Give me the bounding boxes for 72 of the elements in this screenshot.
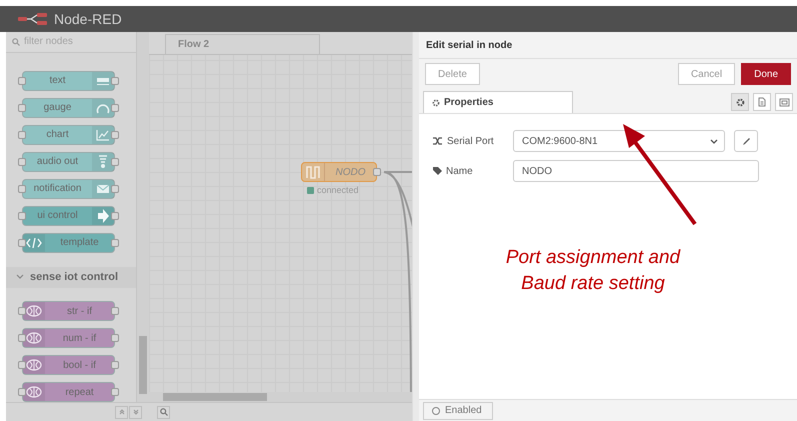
pencil-icon (742, 136, 750, 146)
port-handle[interactable] (111, 334, 119, 342)
code-icon (26, 238, 42, 248)
expand-button[interactable] (129, 406, 142, 418)
search-icon (160, 408, 168, 416)
serial-port-select[interactable]: COM2:9600-8N1 (513, 130, 725, 152)
port-handle[interactable] (111, 307, 119, 315)
chart-icon (96, 128, 110, 141)
arrow-icon (97, 208, 109, 223)
speaker-icon (98, 154, 108, 169)
port-handle[interactable] (111, 238, 119, 247)
field-label: Name (446, 166, 473, 176)
port-handle[interactable] (111, 184, 119, 193)
gear-icon (432, 98, 440, 106)
port-handle[interactable] (18, 361, 26, 369)
properties-tab[interactable]: Properties (423, 91, 573, 113)
port-handle[interactable] (18, 238, 26, 247)
zoom-button[interactable] (157, 406, 170, 418)
gauge-icon (96, 102, 110, 114)
port-handle[interactable] (18, 104, 26, 112)
action-button[interactable]: Cancel (678, 63, 736, 85)
logo-icon (18, 13, 48, 25)
port-handle[interactable] (18, 184, 26, 193)
chevron-icon (118, 409, 124, 415)
port-handle[interactable] (111, 388, 119, 396)
category-header[interactable]: sense iot control (6, 266, 136, 288)
appearance-button[interactable] (775, 93, 793, 111)
action-button[interactable]: Delete (425, 63, 480, 85)
brain-icon (26, 305, 42, 317)
port-handle[interactable] (373, 168, 381, 176)
port-handle[interactable] (18, 334, 26, 342)
flow-tab[interactable]: Flow 2 (165, 34, 320, 54)
port-handle[interactable] (111, 104, 119, 112)
field-label: Serial Port (447, 136, 494, 146)
annotation-text: Port assignment and Baud rate setting (504, 246, 682, 296)
text-icon (96, 76, 110, 86)
document-icon (758, 97, 766, 107)
port-handle[interactable] (18, 388, 26, 396)
name-field[interactable]: NODO (513, 160, 759, 182)
brain-icon (26, 332, 42, 344)
caret-icon (710, 138, 718, 144)
brain-icon (26, 386, 42, 398)
envelope-icon (96, 184, 110, 194)
status-text: connected (317, 185, 359, 195)
wave-icon (306, 165, 320, 179)
settings-button[interactable] (731, 93, 749, 111)
tag-icon (433, 167, 442, 175)
frame-icon (778, 98, 790, 106)
port-handle[interactable] (18, 307, 26, 315)
port-handle[interactable] (111, 212, 119, 220)
edit-button[interactable] (734, 130, 758, 152)
panel-splitter[interactable] (412, 32, 419, 421)
gear-icon (736, 98, 744, 106)
port-handle[interactable] (111, 158, 119, 166)
port-handle[interactable] (18, 158, 26, 166)
enabled-toggle[interactable]: Enabled (423, 402, 493, 420)
port-handle[interactable] (18, 76, 26, 85)
shuffle-icon (433, 137, 443, 145)
port-handle[interactable] (111, 130, 119, 139)
port-handle[interactable] (18, 212, 26, 220)
port-handle[interactable] (18, 130, 26, 139)
port-handle[interactable] (111, 361, 119, 369)
panel-title: Edit serial in node (426, 40, 512, 50)
chevron-icon (132, 409, 138, 415)
description-button[interactable] (753, 93, 771, 111)
brain-icon (26, 359, 42, 371)
port-handle[interactable] (111, 76, 119, 85)
search-icon (12, 38, 20, 46)
done-button[interactable]: Done (741, 63, 791, 85)
scrollbar[interactable] (149, 392, 412, 402)
collapse-button[interactable] (115, 406, 128, 418)
app-title: Node-RED (54, 11, 122, 27)
